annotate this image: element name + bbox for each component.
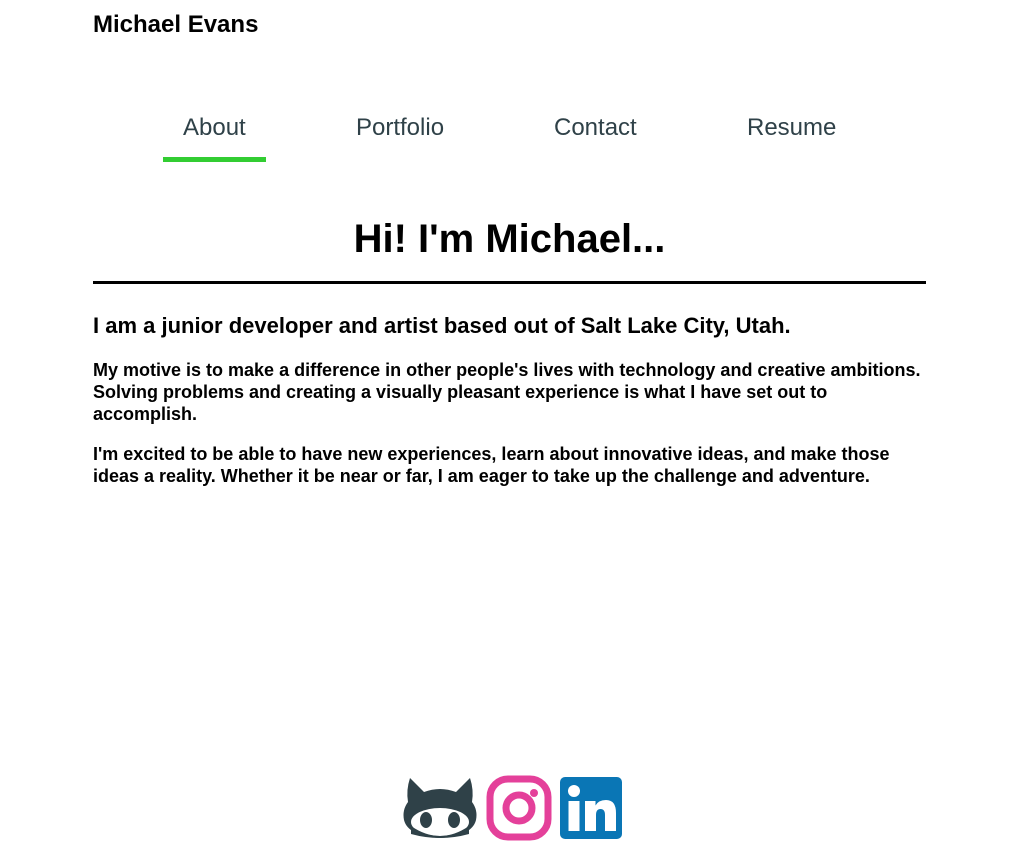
github-icon [403, 777, 477, 838]
instagram-link[interactable] [486, 775, 552, 846]
nav-portfolio[interactable]: Portfolio [356, 112, 444, 144]
linkedin-icon [560, 776, 622, 839]
instagram-icon [486, 775, 552, 840]
about-paragraph-2: I'm excited to be able to have new exper… [93, 444, 890, 486]
site-name: Michael Evans [93, 11, 259, 38]
linkedin-link[interactable] [560, 776, 622, 844]
page: Michael Evans About Portfolio Contact Re… [0, 0, 1021, 850]
github-link[interactable] [402, 776, 478, 845]
page-title: Hi! I'm Michael... [353, 217, 666, 261]
nav-about[interactable]: About [183, 112, 246, 144]
nav-contact[interactable]: Contact [554, 112, 637, 144]
active-nav-indicator [163, 157, 266, 162]
intro-heading: I am a junior developer and artist based… [93, 313, 791, 338]
nav-resume[interactable]: Resume [747, 112, 836, 144]
about-paragraph-1: My motive is to make a difference in oth… [93, 360, 921, 424]
social-links [402, 775, 622, 846]
main-nav: About Portfolio Contact Resume [0, 112, 1021, 164]
title-divider [93, 281, 926, 284]
